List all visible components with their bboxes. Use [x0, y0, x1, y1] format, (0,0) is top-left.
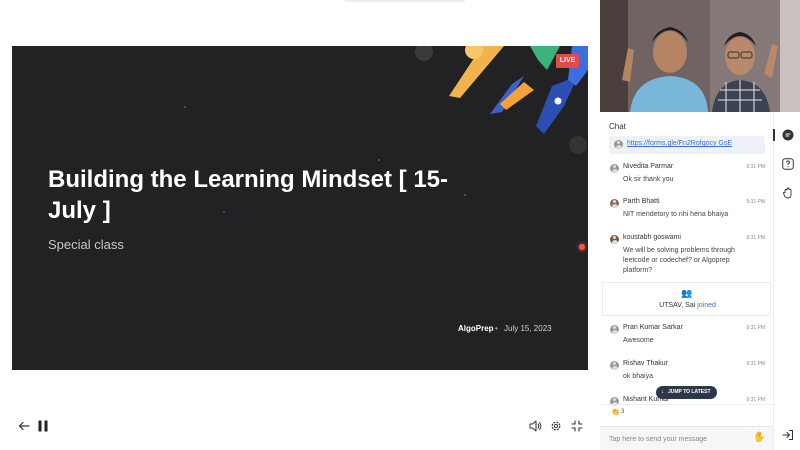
message-time: 9:31 PM: [746, 325, 765, 331]
avatar: [610, 325, 619, 334]
chat-message-list[interactable]: Nivedita Parmar 9:31 PM Ok sir thank you…: [600, 158, 773, 408]
video-stage: LIVE Building the Learning Mindset [ 15-…: [0, 0, 600, 450]
minimize-icon: [571, 420, 583, 432]
avatar: [610, 361, 619, 370]
avatar: [610, 235, 619, 244]
people-icon: 👥: [681, 288, 693, 298]
slide-separator: •: [495, 324, 498, 333]
exit-icon: [782, 429, 793, 440]
volume-icon: [529, 420, 541, 432]
slide-title: Building the Learning Mindset [ 15-July …: [48, 166, 449, 224]
avatar: [614, 140, 623, 149]
laser-pointer-dot: [579, 244, 585, 250]
pinned-link[interactable]: https://forms.gle/Fn2Rofgocy GsE: [627, 140, 732, 147]
message-time: 9:31 PM: [746, 164, 765, 170]
joined-label: joined: [697, 302, 716, 309]
jump-to-latest-button[interactable]: JUMP TO LATEST: [656, 386, 717, 399]
arrow-left-icon: [18, 421, 30, 431]
questions-tab-button[interactable]: [780, 156, 795, 171]
chat-icon: [782, 129, 793, 140]
message-text: Ok sir thank you: [623, 176, 674, 183]
message-input-bar: ✋: [600, 426, 773, 450]
message-time: 9:31 PM: [746, 361, 765, 367]
message-text: We will be solving problems through leet…: [623, 247, 735, 274]
sender-name: Pran Kumar Sarkar: [623, 324, 683, 331]
top-progress-strip: [345, 0, 465, 2]
raise-hand-tab-button[interactable]: [780, 185, 795, 200]
sender-name: Rishav Thakur: [623, 360, 669, 367]
exit-button[interactable]: [780, 427, 795, 442]
chat-tab-button[interactable]: [780, 127, 795, 142]
back-button[interactable]: [16, 418, 32, 434]
avatar: [610, 199, 619, 208]
question-icon: [781, 157, 794, 170]
sender-name: Nivedita Parmar: [623, 163, 674, 170]
side-rail: [773, 112, 800, 450]
joined-names: UTSAV, Sai: [659, 302, 696, 309]
message-time: 9:31 PM: [746, 235, 765, 241]
sender-name: Parth Bhatti: [623, 198, 660, 205]
message-text: ok bhaiya: [623, 373, 653, 380]
message-time: 9:31 PM: [746, 199, 765, 205]
join-notice: 👥 UTSAV, Sai joined: [602, 282, 771, 316]
hand-icon: [782, 187, 791, 198]
webcam-feed: [600, 0, 800, 112]
message-text: Awesome: [623, 337, 654, 344]
pause-icon: [38, 420, 48, 432]
reaction-row: 👏 3: [600, 404, 773, 418]
slide-brand: AlgoPrep: [458, 324, 494, 333]
pause-button[interactable]: [35, 418, 51, 434]
right-panel: Chat https://forms.gle/Fn2Rofgocy GsE Ni…: [600, 0, 800, 450]
message-text: NIT mendetory to nhi hena bhaiya: [623, 211, 729, 218]
chat-title: Chat: [609, 122, 626, 131]
slide-subtitle: Special class: [48, 237, 124, 252]
settings-button[interactable]: [548, 418, 564, 434]
minimize-button[interactable]: [569, 418, 585, 434]
active-indicator: [773, 129, 775, 141]
raise-hand-icon[interactable]: ✋: [753, 432, 765, 443]
avatar: [610, 164, 619, 173]
volume-button[interactable]: [527, 418, 543, 434]
live-badge: LIVE: [556, 54, 579, 68]
gear-icon: [551, 421, 561, 431]
sender-name: koustabh goswami: [623, 234, 681, 241]
join-notice-text: UTSAV, Sai joined: [603, 302, 772, 309]
clap-icon[interactable]: 👏: [611, 408, 620, 416]
slide-date: July 15, 2023: [504, 324, 552, 333]
message-time: 9:31 PM: [746, 397, 765, 403]
instructor-webcam: [600, 0, 800, 112]
message-input[interactable]: [609, 432, 749, 446]
pinned-message: https://forms.gle/Fn2Rofgocy GsE: [609, 136, 765, 154]
reaction-count: 3: [621, 409, 625, 415]
chat-panel: Chat https://forms.gle/Fn2Rofgocy GsE Ni…: [600, 112, 773, 450]
presentation-slide: LIVE Building the Learning Mindset [ 15-…: [12, 46, 588, 370]
